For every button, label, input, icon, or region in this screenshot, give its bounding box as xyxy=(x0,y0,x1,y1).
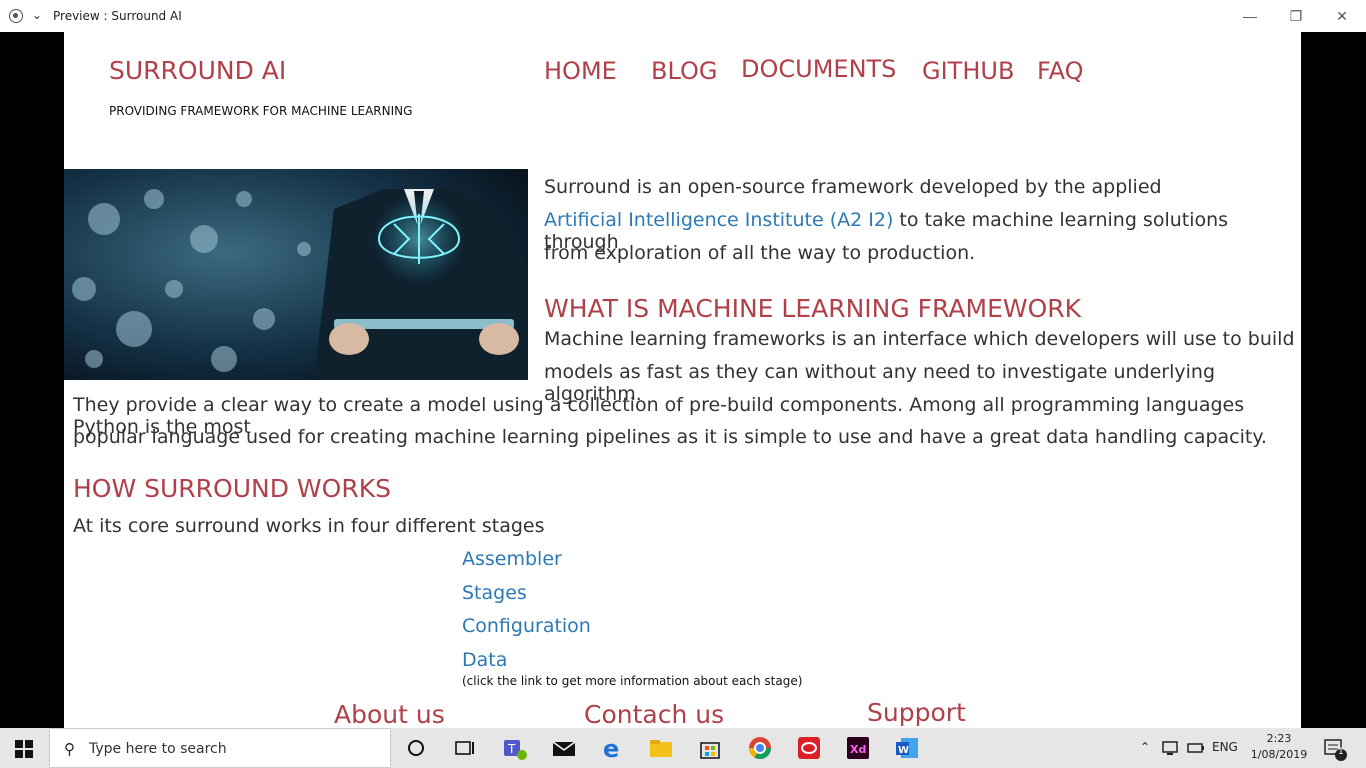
teams-icon[interactable]: T xyxy=(501,734,529,762)
minimize-button[interactable]: — xyxy=(1238,4,1262,28)
cortana-icon[interactable] xyxy=(402,734,430,762)
nav-faq[interactable]: FAQ xyxy=(1037,57,1084,85)
stage-link-data[interactable]: Data xyxy=(462,649,507,671)
taskbar-clock[interactable]: 2:23 1/08/2019 xyxy=(1250,731,1308,763)
adobe-xd-icon[interactable]: Xd xyxy=(844,734,872,762)
svg-text:Xd: Xd xyxy=(850,743,866,756)
nav-documents[interactable]: DOCUMENTS xyxy=(741,55,896,83)
word-icon[interactable]: W xyxy=(893,734,921,762)
intro-line-1: Surround is an open-source framework dev… xyxy=(544,176,1162,198)
close-button[interactable]: ✕ xyxy=(1330,4,1354,28)
nav-blog[interactable]: BLOG xyxy=(651,57,717,85)
nav-github[interactable]: GITHUB xyxy=(922,57,1014,85)
chevron-down-icon[interactable]: ⌄ xyxy=(32,8,42,22)
svg-text:e: e xyxy=(603,735,619,762)
edge-icon[interactable]: e xyxy=(599,734,627,762)
search-placeholder: Type here to search xyxy=(89,741,227,757)
chrome-icon[interactable] xyxy=(746,734,774,762)
battery-icon[interactable] xyxy=(1185,737,1207,759)
mail-icon[interactable] xyxy=(550,734,578,762)
task-view-icon[interactable] xyxy=(450,734,478,762)
notifications-icon[interactable] xyxy=(1322,736,1348,762)
intro-line-3: from exploration of all the way to produ… xyxy=(544,242,976,264)
hero-image xyxy=(64,169,528,380)
file-explorer-icon[interactable] xyxy=(647,734,675,762)
windows-start-icon[interactable] xyxy=(15,740,33,758)
footer-about-us[interactable]: About us xyxy=(334,700,445,728)
taskbar: ⚲ Type here to search T e Xd W ⌃ ENG 2:2… xyxy=(0,728,1366,768)
restore-button[interactable]: ❐ xyxy=(1284,4,1308,28)
how-text: At its core surround works in four diffe… xyxy=(73,515,545,537)
stage-link-configuration[interactable]: Configuration xyxy=(462,615,591,637)
what-line-1: Machine learning frameworks is an interf… xyxy=(544,328,1295,350)
what-line-4: popular language used for creating machi… xyxy=(73,426,1267,448)
footer-support[interactable]: Support xyxy=(867,698,966,727)
store-icon[interactable] xyxy=(696,734,724,762)
language-indicator[interactable]: ENG xyxy=(1212,740,1238,754)
window-icon xyxy=(9,9,23,23)
what-heading: WHAT IS MACHINE LEARNING FRAMEWORK xyxy=(544,294,1082,323)
stage-note: (click the link to get more information … xyxy=(462,674,803,688)
network-icon[interactable] xyxy=(1160,737,1182,759)
footer-contact-us[interactable]: Contach us xyxy=(584,700,724,728)
page-content: SURROUND AI PROVIDING FRAMEWORK FOR MACH… xyxy=(64,32,1301,728)
window-titlebar: ⌄ Preview : Surround AI — ❐ ✕ xyxy=(0,0,1366,32)
institute-link[interactable]: Artificial Intelligence Institute (A2 I2… xyxy=(544,209,893,231)
svg-text:W: W xyxy=(898,745,909,756)
nav-home[interactable]: HOME xyxy=(544,57,617,85)
stage-link-stages[interactable]: Stages xyxy=(462,582,527,604)
search-icon: ⚲ xyxy=(64,741,75,758)
stage-link-assembler[interactable]: Assembler xyxy=(462,548,562,570)
tagline: PROVIDING FRAMEWORK FOR MACHINE LEARNING xyxy=(109,104,413,118)
creative-cloud-icon[interactable] xyxy=(795,734,823,762)
window-title: Preview : Surround AI xyxy=(53,9,182,23)
how-heading: HOW SURROUND WORKS xyxy=(73,474,391,503)
chevron-up-icon[interactable]: ⌃ xyxy=(1140,740,1150,754)
svg-text:T: T xyxy=(507,742,516,756)
clock-time: 2:23 xyxy=(1266,732,1292,745)
notifications-count: 1 xyxy=(1338,747,1344,757)
brand-logo[interactable]: SURROUND AI xyxy=(109,56,286,85)
taskbar-search-box[interactable]: ⚲ Type here to search xyxy=(49,728,391,768)
clock-date: 1/08/2019 xyxy=(1250,748,1308,761)
